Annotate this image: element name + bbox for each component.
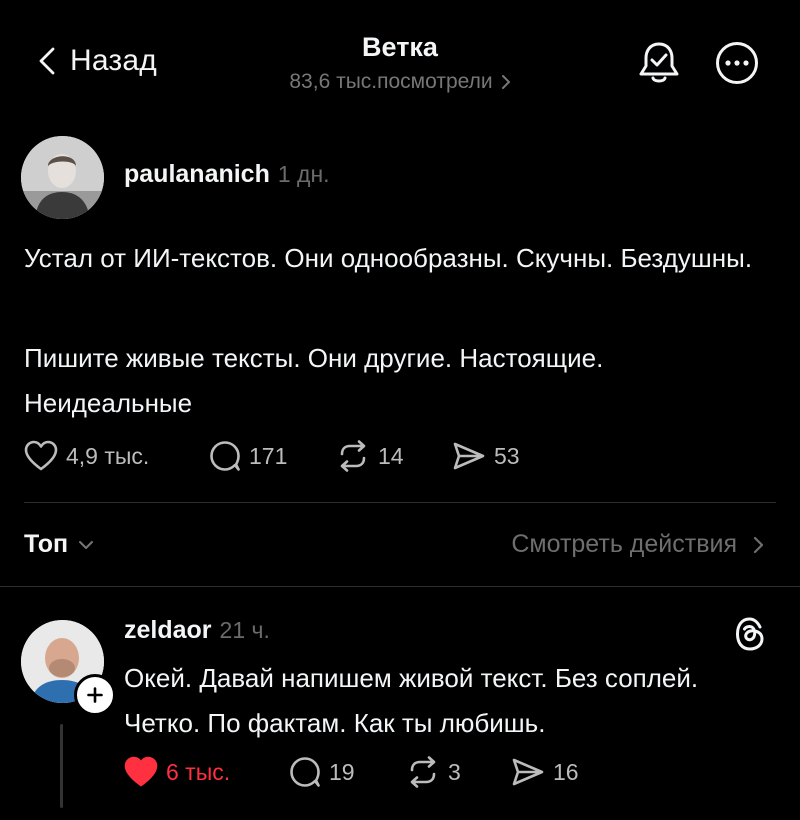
divider: [0, 586, 800, 587]
repost-icon: [336, 440, 370, 472]
username[interactable]: paulananich: [124, 160, 270, 189]
comment-icon: [209, 440, 241, 472]
chevron-right-icon: [753, 536, 764, 554]
comment-button[interactable]: 171: [209, 440, 336, 472]
sort-dropdown[interactable]: Топ: [24, 530, 94, 559]
repost-count: 3: [448, 758, 461, 785]
divider: [24, 502, 776, 503]
heart-filled-icon: [124, 756, 158, 788]
heart-icon: [24, 440, 58, 472]
comment-count: 171: [249, 442, 288, 469]
share-count: 16: [553, 758, 579, 785]
reply-header: zeldaor 21 ч.: [124, 616, 270, 645]
chevron-down-icon: [78, 540, 94, 550]
plus-icon: [87, 687, 103, 703]
share-button[interactable]: 16: [511, 757, 579, 787]
repost-button[interactable]: 14: [336, 440, 452, 472]
post-paragraph: Устал от ИИ-текстов. Они однообразны. Ск…: [24, 243, 753, 273]
username[interactable]: zeldaor: [124, 616, 212, 645]
like-button[interactable]: 6 тыс.: [124, 756, 289, 788]
avatar[interactable]: [21, 136, 104, 219]
comment-count: 19: [329, 758, 355, 785]
share-count: 53: [494, 442, 520, 469]
comment-button[interactable]: 19: [289, 756, 406, 788]
reply-text: Окей. Давай напишем живой текст. Без соп…: [124, 663, 699, 738]
views-count: 83,6 тыс.посмотрели: [289, 70, 493, 93]
like-count: 6 тыс.: [166, 758, 231, 785]
threads-logo-icon: [734, 616, 766, 652]
follow-button[interactable]: [74, 674, 116, 716]
send-icon: [452, 441, 486, 471]
chevron-right-icon: [501, 74, 511, 90]
more-circle-icon[interactable]: [714, 40, 760, 86]
reply-actions: 6 тыс. 19 3 16: [124, 756, 579, 788]
timestamp: 21 ч.: [219, 617, 270, 643]
send-icon: [511, 757, 545, 787]
share-button[interactable]: 53: [452, 441, 520, 471]
post-header: paulananich 1 дн.: [124, 160, 330, 189]
post-actions: 4,9 тыс. 171 14 53: [24, 440, 520, 472]
timestamp: 1 дн.: [277, 161, 330, 187]
post-paragraph: Пишите живые тексты. Они другие. Настоящ…: [24, 343, 604, 418]
repost-icon: [406, 756, 440, 788]
repost-count: 14: [378, 442, 404, 469]
like-count: 4,9 тыс.: [66, 442, 150, 469]
repost-button[interactable]: 3: [406, 756, 511, 788]
sort-label: Топ: [24, 530, 69, 558]
comment-icon: [289, 756, 321, 788]
view-activity-label: Смотреть действия: [511, 530, 737, 558]
view-activity-link[interactable]: Смотреть действия: [511, 530, 764, 559]
thread-line: [60, 724, 63, 808]
bell-check-icon[interactable]: [636, 38, 682, 86]
like-button[interactable]: 4,9 тыс.: [24, 440, 209, 472]
